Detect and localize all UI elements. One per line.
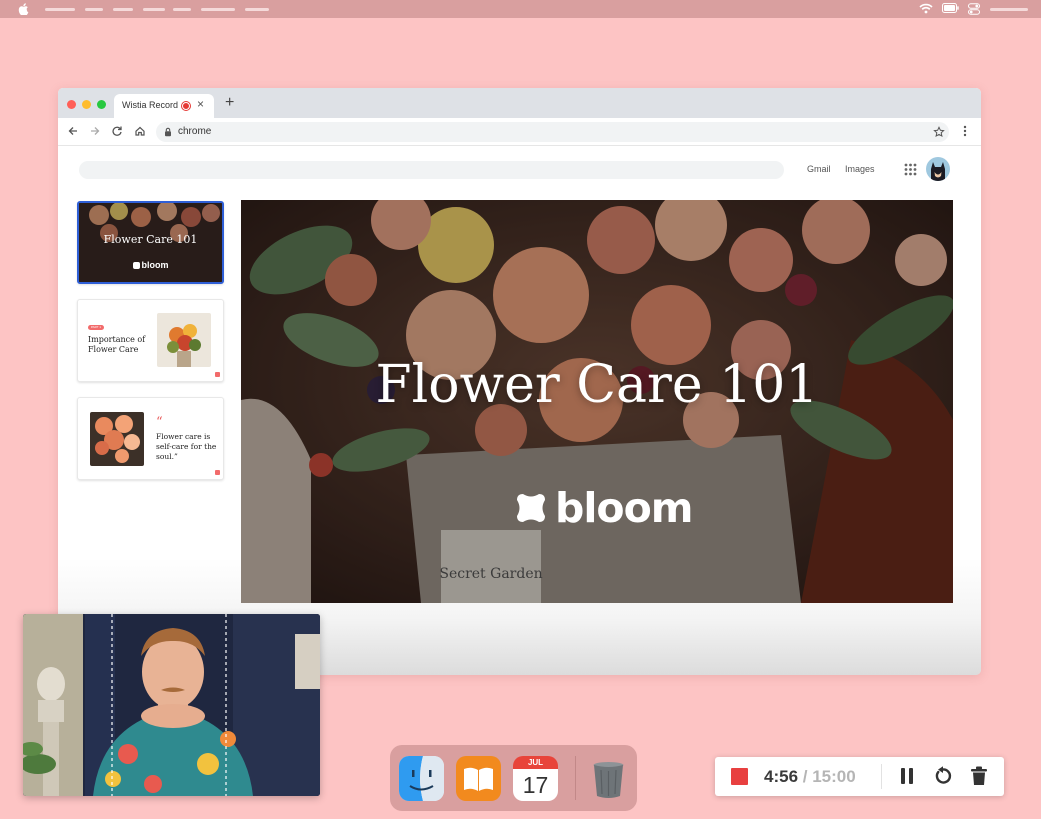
books-icon[interactable] xyxy=(456,756,501,801)
avatar[interactable] xyxy=(926,157,950,181)
battery-icon[interactable] xyxy=(942,3,959,13)
avatar-image xyxy=(931,162,945,181)
slide-corner-mark xyxy=(215,470,220,475)
webcam-preview[interactable] xyxy=(23,614,320,796)
finder-icon[interactable] xyxy=(399,756,444,801)
time-limit: 15:00 xyxy=(812,767,856,786)
forward-icon[interactable] xyxy=(89,125,101,137)
dock-separator xyxy=(575,756,576,800)
bouquet-image xyxy=(157,313,211,367)
browser-window: Wistia Record × + chrome Gmail Images Fl… xyxy=(58,88,981,675)
webcam-video xyxy=(23,614,320,796)
browser-toolbar: chrome xyxy=(58,118,981,146)
slide-thumbnail-quote: Flower care is self-care for the soul.” xyxy=(156,432,217,461)
menu-item[interactable] xyxy=(173,8,191,11)
calendar-month: JUL xyxy=(513,756,558,769)
slide-thumbnail-logo: bloom xyxy=(79,260,222,270)
apps-grid-icon[interactable] xyxy=(904,163,917,176)
images-link[interactable]: Images xyxy=(845,164,875,174)
wifi-icon[interactable] xyxy=(919,3,933,14)
roses-image xyxy=(90,412,144,466)
kebab-menu-icon[interactable] xyxy=(963,125,967,137)
elapsed-time: 4:56 xyxy=(764,767,799,786)
slide-thumbnail-2[interactable]: PART 1 Importance of Flower Care xyxy=(77,299,224,382)
menu-item[interactable] xyxy=(113,8,133,11)
back-icon[interactable] xyxy=(67,125,79,137)
dock: JUL 17 xyxy=(390,745,637,811)
bloom-logo: bloom xyxy=(515,483,693,533)
home-icon[interactable] xyxy=(134,125,146,137)
menu-item[interactable] xyxy=(245,8,269,11)
slide-thumbnail-1[interactable]: Flower Care 101 bloom xyxy=(77,201,224,284)
reload-icon[interactable] xyxy=(111,125,123,137)
gmail-link[interactable]: Gmail xyxy=(807,164,831,174)
menu-item[interactable] xyxy=(201,8,235,11)
menu-item[interactable] xyxy=(45,8,75,11)
calendar-icon[interactable]: JUL 17 xyxy=(513,756,558,801)
slide-thumbnail-brand: bloom xyxy=(141,260,169,270)
bloom-logo-icon xyxy=(132,262,140,269)
address-bar[interactable]: chrome xyxy=(156,122,949,142)
timer-separator: / xyxy=(798,767,813,786)
recorder-divider xyxy=(881,764,882,789)
trash-icon[interactable] xyxy=(586,756,631,801)
slide-thumbnail-3[interactable]: “ Flower care is self-care for the soul.… xyxy=(77,397,224,480)
calendar-day: 17 xyxy=(513,769,558,801)
star-icon[interactable] xyxy=(933,126,945,138)
pause-icon[interactable] xyxy=(899,766,915,786)
apple-icon[interactable] xyxy=(18,3,29,15)
close-window-button[interactable] xyxy=(67,100,76,109)
tab-title: Wistia Record xyxy=(122,100,179,110)
tab-wistia-record[interactable]: Wistia Record × xyxy=(114,94,214,118)
recording-indicator xyxy=(182,102,190,110)
close-tab-icon[interactable]: × xyxy=(197,98,204,110)
slide-title: Flower Care 101 xyxy=(375,355,819,415)
menu-bar xyxy=(0,0,1041,18)
slide-corner-mark xyxy=(215,372,220,377)
menu-item[interactable] xyxy=(85,8,103,11)
brand-name: bloom xyxy=(555,484,693,532)
minimize-window-button[interactable] xyxy=(82,100,91,109)
restart-icon[interactable] xyxy=(933,766,953,786)
main-slide: Secret Garden xyxy=(241,200,953,603)
address-text: chrome xyxy=(178,126,212,137)
new-tab-button[interactable]: + xyxy=(225,95,234,111)
bloom-logo-icon xyxy=(517,494,545,522)
lock-icon xyxy=(165,127,171,137)
tab-strip: Wistia Record × + xyxy=(58,88,981,118)
quote-mark: “ xyxy=(156,415,163,430)
part-badge: PART 1 xyxy=(88,325,104,330)
control-center-icon[interactable] xyxy=(968,3,980,15)
delete-icon[interactable] xyxy=(970,766,988,786)
stop-recording-button[interactable] xyxy=(731,768,748,785)
slide-thumbnail-title: Importance of Flower Care xyxy=(88,335,146,354)
recorder-bar: 4:56 / 15:00 xyxy=(715,757,1004,796)
search-bar[interactable] xyxy=(79,161,784,179)
zoom-window-button[interactable] xyxy=(97,100,106,109)
menu-extra[interactable] xyxy=(990,8,1028,11)
recording-timer: 4:56 / 15:00 xyxy=(764,767,856,787)
slide-thumbnail-title: Flower Care 101 xyxy=(103,233,198,246)
menu-item[interactable] xyxy=(143,8,165,11)
